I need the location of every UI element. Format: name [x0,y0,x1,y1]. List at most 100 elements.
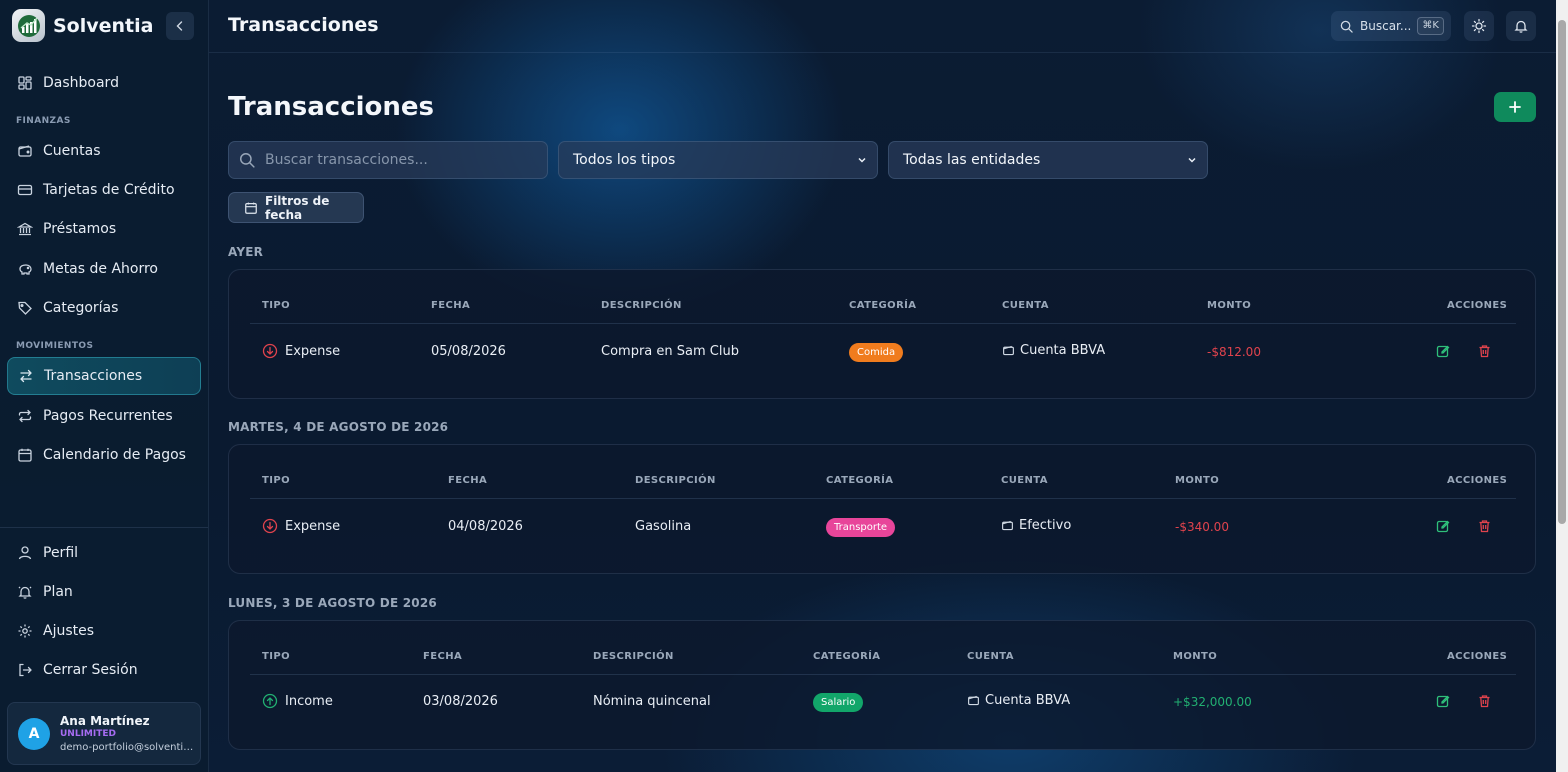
sidebar-item-label: Metas de Ahorro [43,261,158,277]
column-header-descripcion: DESCRIPCIÓN [601,300,682,311]
sidebar-item-cuentas[interactable]: Cuentas [7,133,201,169]
app-logo-icon [12,9,45,42]
sidebar-item-tarjetas[interactable]: Tarjetas de Crédito [7,172,201,208]
header-divider [250,674,1516,675]
user-card[interactable]: A Ana Martínez UNLIMITED demo-portfolio@… [7,702,201,765]
header-title: Transacciones [228,14,379,36]
sidebar-item-calendario[interactable]: Calendario de Pagos [7,437,201,473]
logout-icon [17,662,33,678]
sidebar-item-metas[interactable]: Metas de Ahorro [7,251,201,287]
sidebar-item-pagos-recurrentes[interactable]: Pagos Recurrentes [7,398,201,434]
theme-toggle-button[interactable] [1464,11,1494,41]
sidebar-item-label: Transacciones [44,368,143,384]
column-header-monto: MONTO [1175,475,1220,486]
user-name: Ana Martínez [60,714,150,728]
delete-button[interactable] [1478,694,1491,708]
descripcion-cell: Compra en Sam Club [601,344,739,359]
dashboard-icon [17,75,33,91]
transaction-group-card: TIPO FECHA DESCRIPCIÓN CATEGORÍA CUENTA … [228,444,1536,574]
column-header-descripcion: DESCRIPCIÓN [635,475,716,486]
bell-ring-icon [17,584,33,600]
column-header-cuenta: CUENTA [1001,475,1048,486]
column-header-tipo: TIPO [262,300,290,311]
column-header-acciones: ACCIONES [1447,651,1508,662]
header-divider [250,498,1516,499]
transaction-search-field[interactable] [228,141,548,179]
descripcion-cell: Gasolina [635,519,692,534]
sidebar-item-label: Plan [43,584,73,600]
sidebar: Solventia Dashboard FINANZAS Cuentas Tar… [0,0,209,772]
sidebar-item-plan[interactable]: Plan [7,574,201,610]
column-header-descripcion: DESCRIPCIÓN [593,651,674,662]
trash-icon [1479,345,1490,358]
sidebar-item-transacciones[interactable]: Transacciones [7,357,201,395]
chevron-down-icon [1187,155,1197,165]
scrollbar-thumb[interactable] [1558,20,1566,524]
descripcion-cell: Nómina quincenal [593,694,711,709]
repeat-icon [17,408,33,424]
tipo-cell: Expense [262,518,340,534]
shortcut-hint: ⌘K [1417,17,1444,35]
entity-filter-select[interactable]: Todas las entidades [888,141,1208,179]
arrow-down-circle-icon [262,518,278,534]
edit-button[interactable] [1436,344,1450,358]
calendar-icon [17,447,33,463]
sidebar-item-label: Cuentas [43,143,101,159]
global-search-button[interactable]: Buscar... ⌘K [1331,11,1451,41]
cuenta-label: Cuenta BBVA [985,693,1071,708]
column-header-fecha: FECHA [448,475,488,486]
column-header-monto: MONTO [1173,651,1218,662]
column-header-cuenta: CUENTA [967,651,1014,662]
edit-button[interactable] [1436,694,1450,708]
section-label-movimientos: MOVIMIENTOS [16,341,94,351]
sidebar-item-label: Ajustes [43,623,95,639]
wallet-icon [967,694,980,707]
notifications-button[interactable] [1506,11,1536,41]
entity-filter-value: Todas las entidades [903,152,1041,168]
cuenta-label: Efectivo [1019,518,1072,533]
delete-button[interactable] [1478,344,1491,358]
sidebar-item-dashboard[interactable]: Dashboard [7,65,201,101]
global-search-label: Buscar... [1360,19,1412,33]
transaction-search-input[interactable] [263,151,537,169]
brand[interactable]: Solventia [12,9,153,42]
column-header-tipo: TIPO [262,475,290,486]
credit-card-icon [17,182,33,198]
sidebar-item-ajustes[interactable]: Ajustes [7,613,201,649]
user-email: demo-portfolio@solventia... [60,742,196,753]
fecha-cell: 05/08/2026 [431,344,506,359]
sidebar-item-label: Calendario de Pagos [43,447,186,463]
date-filters-label: Filtros de fecha [265,193,330,222]
type-filter-select[interactable]: Todos los tipos [558,141,878,179]
collapse-sidebar-button[interactable] [166,12,194,40]
sidebar-item-label: Dashboard [43,75,119,91]
calendar-icon [244,201,258,215]
sun-icon [1471,18,1487,34]
date-filters-button[interactable]: Filtros de fecha [228,192,364,223]
sidebar-item-cerrar-sesion[interactable]: Cerrar Sesión [7,652,201,688]
arrows-left-right-icon [18,368,34,384]
column-header-tipo: TIPO [262,651,290,662]
column-header-categoria: CATEGORÍA [826,475,894,486]
edit-button[interactable] [1436,519,1450,533]
tag-icon [17,300,33,316]
sidebar-item-label: Préstamos [43,221,117,237]
monto-cell: -$812.00 [1207,345,1261,359]
sidebar-divider [0,527,208,528]
edit-icon [1436,520,1450,533]
sidebar-item-prestamos[interactable]: Préstamos [7,211,201,247]
sidebar-item-categorias[interactable]: Categorías [7,290,201,326]
tipo-cell: Expense [262,343,340,359]
type-filter-value: Todos los tipos [573,152,676,168]
sidebar-item-label: Pagos Recurrentes [43,408,173,424]
cuenta-label: Cuenta BBVA [1020,343,1106,358]
column-header-fecha: FECHA [423,651,463,662]
chevron-down-icon [857,155,867,165]
user-icon [17,545,33,561]
group-label: LUNES, 3 DE AGOSTO DE 2026 [228,596,437,610]
add-transaction-button[interactable] [1494,92,1536,122]
column-header-cuenta: CUENTA [1002,300,1049,311]
sidebar-item-perfil[interactable]: Perfil [7,535,201,571]
transaction-group-card: TIPO FECHA DESCRIPCIÓN CATEGORÍA CUENTA … [228,620,1536,750]
delete-button[interactable] [1478,519,1491,533]
